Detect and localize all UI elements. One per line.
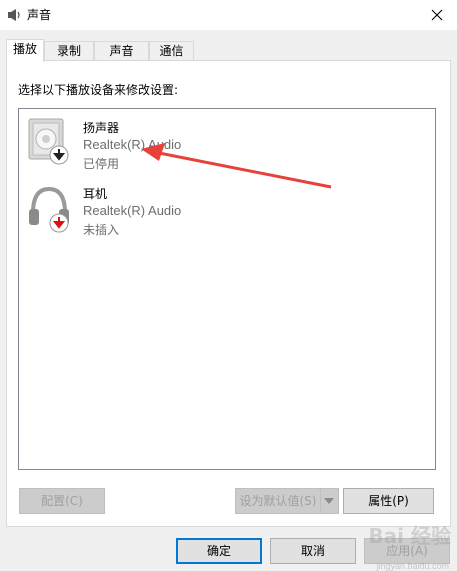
tab-sounds[interactable]: 声音: [94, 41, 149, 61]
device-list[interactable]: 扬声器 Realtek(R) Audio 已停用 耳机 Realtek(R) A…: [18, 108, 436, 470]
watermark-logo: Bai 经验: [368, 524, 451, 548]
close-button[interactable]: [417, 0, 457, 30]
tab-communications[interactable]: 通信: [149, 41, 194, 61]
properties-button[interactable]: 属性(P): [343, 488, 434, 514]
tab-recording[interactable]: 录制: [44, 41, 94, 61]
ok-button[interactable]: 确定: [176, 538, 262, 564]
tab-playback[interactable]: 播放: [6, 39, 44, 62]
speaker-small-icon: [8, 9, 20, 21]
watermark-site: jingyan.baidu.com: [376, 561, 449, 571]
configure-button[interactable]: 配置(C): [19, 488, 105, 514]
window-title: 声音: [27, 8, 52, 22]
instruction-label: 选择以下播放设备来修改设置:: [18, 83, 179, 97]
playback-panel: 选择以下播放设备来修改设置: 扬声器 Realtek(R) Audio 已停用: [6, 60, 451, 527]
cancel-button[interactable]: 取消: [270, 538, 356, 564]
close-icon: [431, 9, 443, 21]
annotation-arrow: [141, 143, 332, 189]
set-default-button[interactable]: 设为默认值(S): [235, 488, 321, 514]
set-default-dropdown[interactable]: [321, 488, 339, 514]
title-bar: 声音: [0, 0, 457, 30]
chevron-down-icon: [324, 498, 334, 504]
